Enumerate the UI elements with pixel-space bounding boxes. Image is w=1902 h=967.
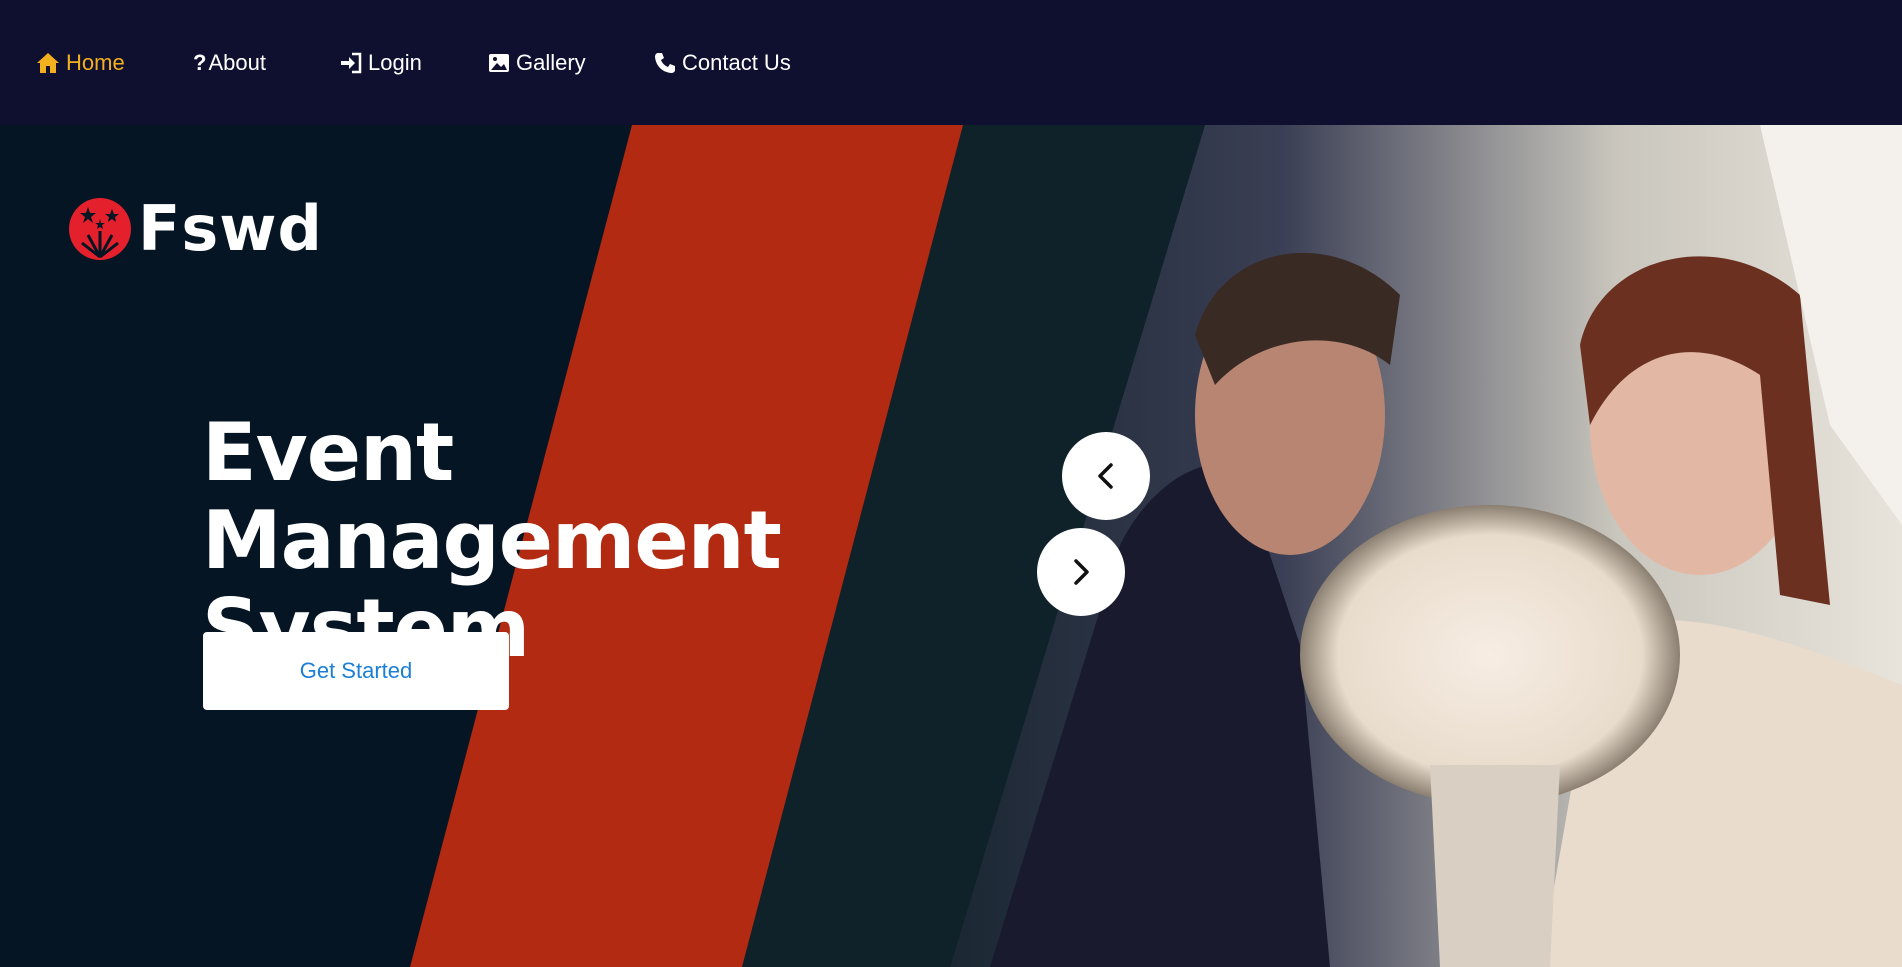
nav-item-home[interactable]: Home (36, 50, 125, 76)
top-navbar: Home ? About Login Gallery Contact Us (0, 0, 1902, 125)
phone-icon (655, 53, 675, 73)
carousel-next-button[interactable] (1037, 528, 1125, 616)
nav-item-login[interactable]: Login (340, 50, 422, 76)
hero-title-line-2: Management (202, 493, 782, 587)
nav-label-gallery: Gallery (516, 50, 586, 75)
nav-item-contact[interactable]: Contact Us (654, 50, 791, 76)
nav-item-gallery[interactable]: Gallery (488, 50, 586, 76)
nav-label-login: Login (368, 50, 422, 75)
login-icon (341, 52, 362, 74)
question-icon: ? (193, 50, 207, 75)
hero-section: Fswd Event Management System Get Started (0, 125, 1902, 967)
chevron-right-icon (1074, 559, 1089, 585)
nav-item-about[interactable]: ? About (193, 50, 266, 76)
chevron-left-icon (1098, 463, 1113, 489)
nav-label-home: Home (66, 50, 125, 75)
hero-title-line-1: Event (202, 405, 454, 499)
brand-logo[interactable]: Fswd (68, 192, 323, 265)
home-icon (37, 53, 59, 73)
carousel-prev-button[interactable] (1062, 432, 1150, 520)
nav-label-contact: Contact Us (682, 50, 791, 75)
brand-name: Fswd (138, 192, 323, 265)
nav-label-about: About (208, 50, 266, 75)
get-started-button[interactable]: Get Started (203, 632, 509, 710)
fireworks-icon (69, 197, 131, 260)
image-icon (489, 54, 509, 72)
bouquet (1300, 505, 1680, 805)
